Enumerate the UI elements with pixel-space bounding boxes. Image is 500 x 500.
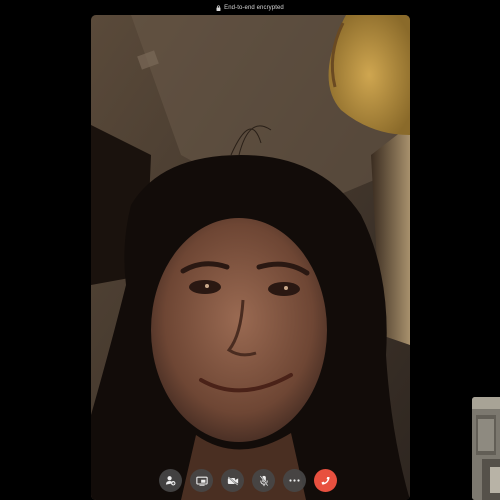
camera-off-button[interactable]	[221, 469, 244, 492]
more-options-button[interactable]	[283, 469, 306, 492]
add-person-button[interactable]	[159, 469, 182, 492]
call-controls-bar	[159, 468, 343, 493]
share-screen-button[interactable]	[190, 469, 213, 492]
more-icon	[289, 479, 300, 482]
self-preview-video[interactable]	[472, 397, 500, 500]
remote-participant-video	[91, 15, 410, 500]
remote-video-feed[interactable]	[91, 15, 410, 500]
hang-up-icon	[320, 476, 332, 485]
mic-off-icon	[259, 474, 269, 487]
mute-button[interactable]	[252, 469, 275, 492]
screen-share-icon	[195, 476, 208, 486]
end-call-button[interactable]	[314, 469, 337, 492]
encryption-label: End-to-end encrypted	[224, 5, 284, 11]
video-call-window: End-to-end encrypted	[0, 0, 500, 500]
add-person-icon	[165, 475, 176, 486]
self-view-image	[472, 397, 500, 500]
lock-icon	[216, 5, 221, 11]
encryption-banner: End-to-end encrypted	[0, 2, 500, 14]
video-off-icon	[227, 475, 239, 486]
